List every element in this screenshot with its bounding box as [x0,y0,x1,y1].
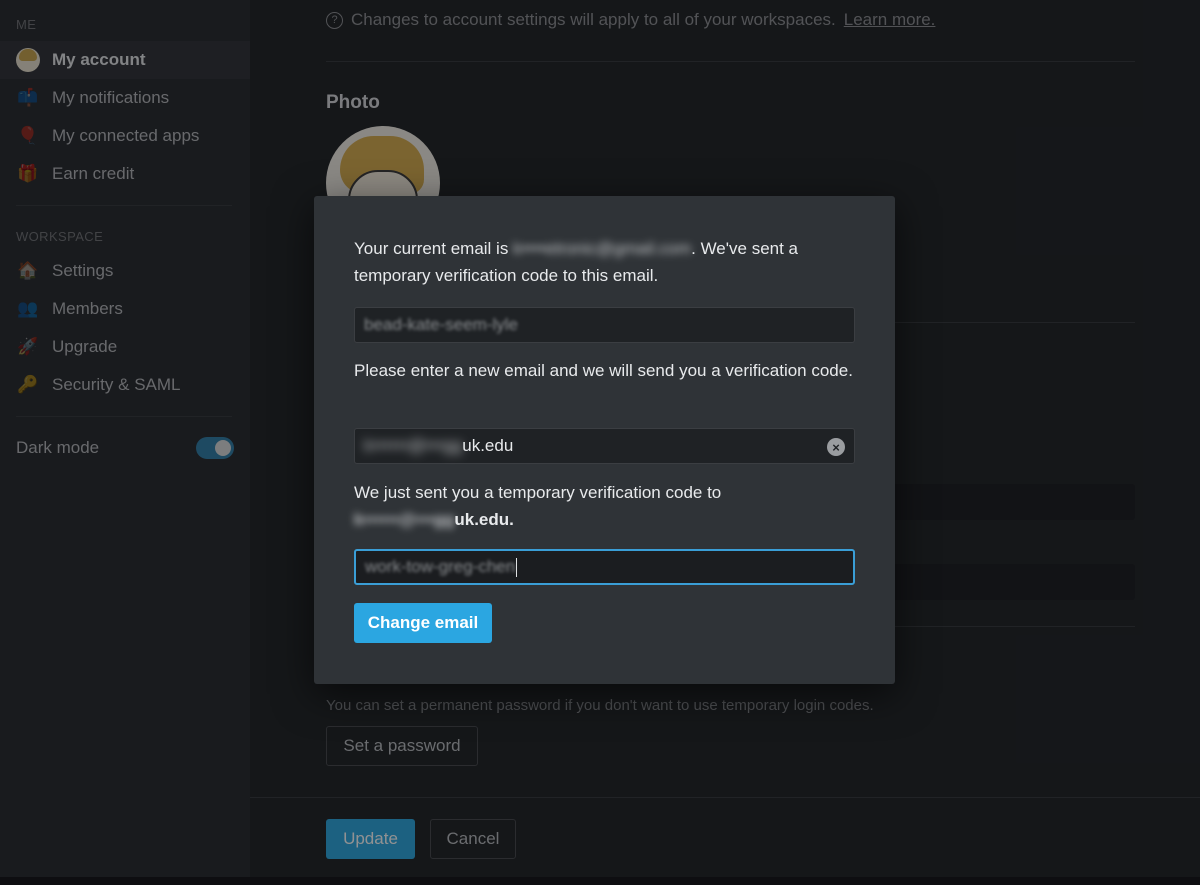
new-email-redacted: k••••••@•••gg [364,436,463,455]
code-value: bead-kate-seem-lyle [364,315,519,334]
current-email-redacted: k••••etronic@gmail.com [513,239,692,258]
current-email-message: Your current email is k••••etronic@gmail… [354,235,854,289]
text-cursor [516,557,518,577]
current-email-prefix: Your current email is [354,239,509,258]
code-value: work-tow-greg-chen [365,557,516,576]
sent-email-redacted: k••••••@•••gg [354,510,455,529]
change-email-button[interactable]: Change email [354,603,492,643]
sent-code-message: We just sent you a temporary verificatio… [354,479,854,533]
sent-email-visible: uk.edu [454,510,510,529]
verification-code-input-1[interactable]: bead-kate-seem-lyle [354,307,855,343]
new-email-input[interactable]: k••••••@•••gg uk.edu × [354,428,855,464]
clear-icon[interactable]: × [827,438,845,456]
change-email-modal: Your current email is k••••etronic@gmail… [314,196,895,684]
new-email-prompt: Please enter a new email and we will sen… [354,361,853,380]
sent-prompt: We just sent you a temporary verificatio… [354,483,722,502]
new-email-visible: uk.edu [462,436,514,455]
verification-code-input-2[interactable]: work-tow-greg-chen [354,549,855,585]
